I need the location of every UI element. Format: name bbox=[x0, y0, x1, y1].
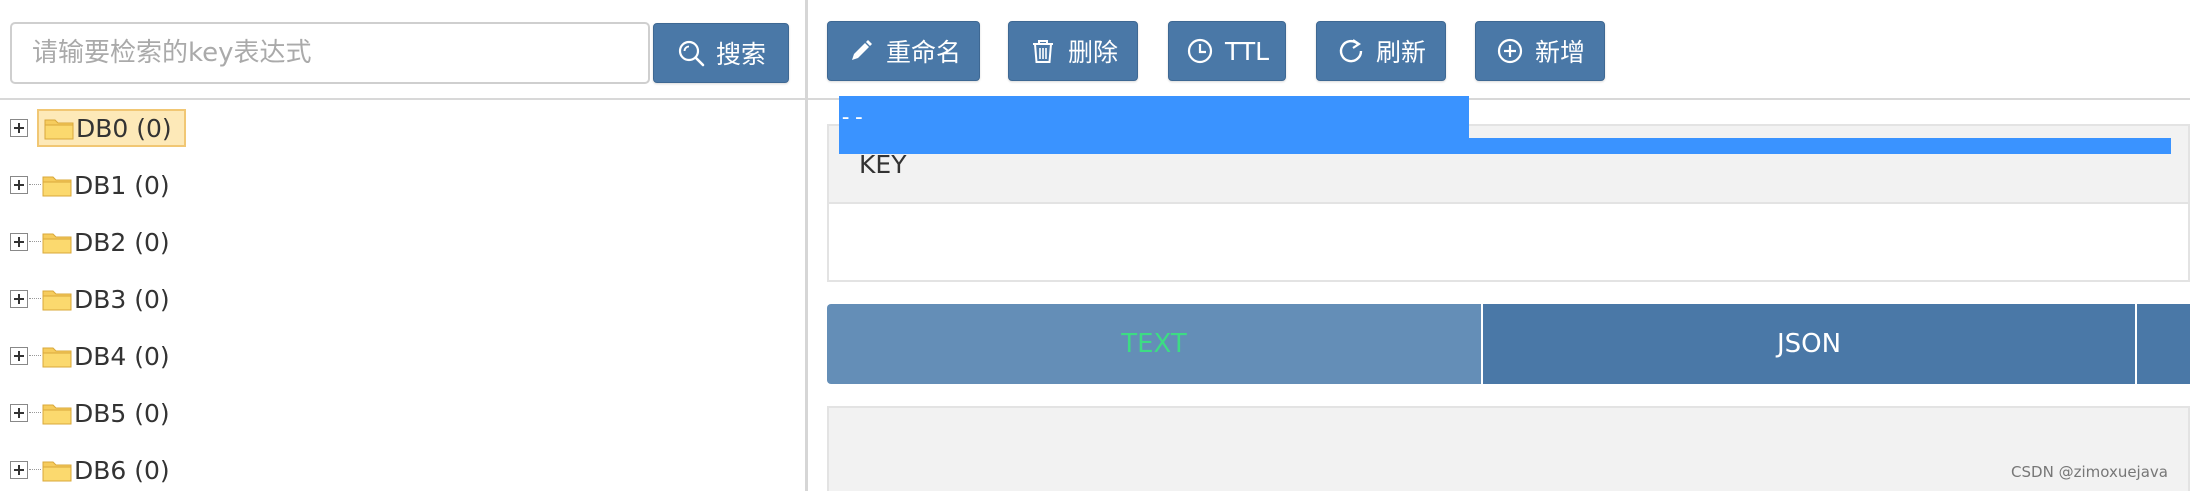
tab-json[interactable]: JSON bbox=[1483, 304, 2135, 384]
search-bar: 搜索 bbox=[0, 0, 806, 100]
tree-connector bbox=[29, 469, 41, 470]
key-value-selection bbox=[839, 138, 2171, 154]
tree-node-label: DB5 (0) bbox=[74, 398, 170, 428]
search-button[interactable]: 搜索 bbox=[653, 23, 789, 83]
search-icon bbox=[678, 40, 705, 67]
folder-icon bbox=[42, 290, 72, 311]
tree-node-label: DB3 (0) bbox=[74, 284, 170, 314]
trash-icon bbox=[1032, 40, 1053, 63]
folder-icon bbox=[44, 119, 74, 140]
tree-node-label: DB1 (0) bbox=[74, 170, 170, 200]
tab-more[interactable] bbox=[2137, 304, 2190, 384]
folder-icon bbox=[42, 176, 72, 197]
search-input[interactable] bbox=[10, 22, 650, 84]
pencil-icon bbox=[851, 40, 872, 60]
right-pane: 重命名 删除 TTL 刷新 新增 KEY -- TEXT JSON bbox=[808, 0, 2190, 491]
expand-plus-icon[interactable] bbox=[10, 461, 28, 479]
expand-plus-icon[interactable] bbox=[10, 404, 28, 422]
left-pane: 搜索 DB0 (0) DB1 (0) bbox=[0, 0, 806, 491]
expand-plus-icon[interactable] bbox=[10, 233, 28, 251]
tree-node-label: DB2 (0) bbox=[74, 227, 170, 257]
expand-plus-icon[interactable] bbox=[10, 290, 28, 308]
folder-icon bbox=[42, 461, 72, 482]
refresh-icon bbox=[1339, 39, 1363, 63]
view-tabs: TEXT JSON bbox=[827, 304, 2190, 384]
rename-button-label: 重命名 bbox=[885, 38, 961, 67]
folder-icon bbox=[42, 404, 72, 425]
delete-button[interactable]: 删除 bbox=[1008, 21, 1138, 81]
add-button-label: 新增 bbox=[1534, 38, 1585, 67]
add-button[interactable]: 新增 bbox=[1475, 21, 1605, 81]
tree-connector bbox=[29, 298, 41, 299]
toolbar: 重命名 删除 TTL 刷新 新增 bbox=[808, 0, 2190, 100]
refresh-button[interactable]: 刷新 bbox=[1316, 21, 1446, 81]
folder-icon bbox=[42, 347, 72, 368]
rename-button[interactable]: 重命名 bbox=[827, 21, 980, 81]
clock-icon bbox=[1187, 38, 1213, 64]
value-panel[interactable] bbox=[827, 406, 2190, 491]
key-value-field[interactable]: -- bbox=[839, 96, 1469, 138]
refresh-button-label: 刷新 bbox=[1375, 38, 1426, 67]
ttl-button[interactable]: TTL bbox=[1168, 21, 1286, 81]
plus-circle-icon bbox=[1497, 38, 1523, 64]
search-button-label: 搜索 bbox=[715, 40, 766, 69]
folder-icon bbox=[42, 233, 72, 254]
tab-text[interactable]: TEXT bbox=[827, 304, 1481, 384]
tree-connector bbox=[29, 412, 41, 413]
tree-connector bbox=[29, 241, 41, 242]
tree-connector bbox=[29, 184, 41, 185]
key-value-text: -- bbox=[839, 104, 866, 130]
tree-node-label: DB0 (0) bbox=[76, 113, 172, 143]
tree-node-label: DB6 (0) bbox=[74, 455, 170, 485]
watermark: CSDN @zimoxuejava bbox=[2011, 463, 2168, 481]
tree-node-label: DB4 (0) bbox=[74, 341, 170, 371]
ttl-button-label: TTL bbox=[1224, 36, 1270, 66]
delete-button-label: 删除 bbox=[1067, 38, 1118, 67]
expand-plus-icon[interactable] bbox=[10, 347, 28, 365]
expand-plus-icon[interactable] bbox=[10, 119, 28, 137]
tree-connector bbox=[29, 355, 41, 356]
expand-plus-icon[interactable] bbox=[10, 176, 28, 194]
